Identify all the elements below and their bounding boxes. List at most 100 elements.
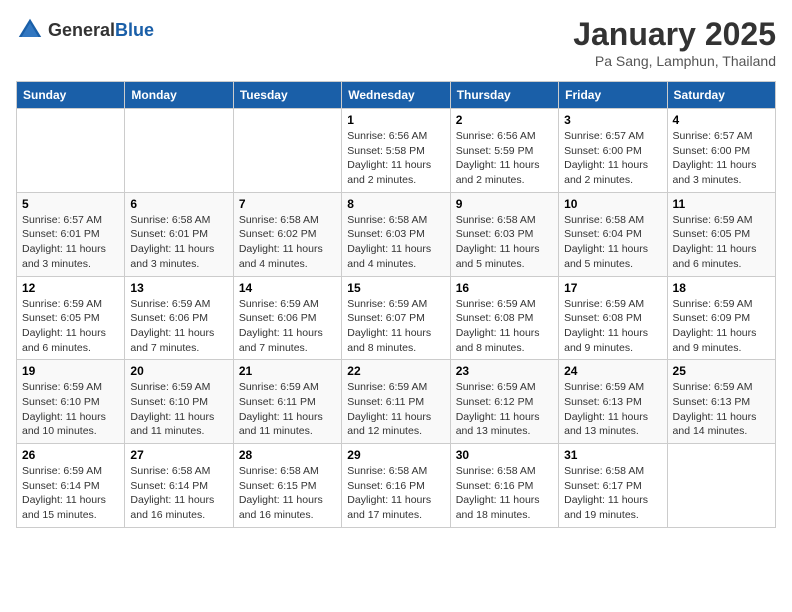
calendar-week-row: 26 Sunrise: 6:59 AMSunset: 6:14 PMDayligh…: [17, 444, 776, 528]
day-number: 4: [673, 113, 770, 127]
day-number: 18: [673, 281, 770, 295]
day-number: 11: [673, 197, 770, 211]
month-title: January 2025: [573, 16, 776, 53]
calendar-cell: 15Sunrise: 6:59 AMSunset: 6:07 PMDayligh…: [342, 276, 450, 360]
calendar-cell: [125, 109, 233, 193]
calendar-header-row: SundayMondayTuesdayWednesdayThursdayFrid…: [17, 82, 776, 109]
day-number: 22: [347, 364, 444, 378]
day-info: Sunrise: 6:59 AMSunset: 6:11 PMDaylight:…: [347, 380, 444, 439]
day-number: 1: [347, 113, 444, 127]
day-info: Sunrise: 6:59 AMSunset: 6:08 PMDaylight:…: [456, 297, 553, 356]
day-number: 13: [130, 281, 227, 295]
calendar-cell: 11 Sunrise: 6:59 AMSunset: 6:05 PMDayligh…: [667, 192, 775, 276]
title-block: January 2025 Pa Sang, Lamphun, Thailand: [573, 16, 776, 69]
day-info: Sunrise: 6:57 AMSunset: 6:00 PMDaylight:…: [564, 129, 661, 188]
day-info: Sunrise: 6:56 AMSunset: 5:59 PMDaylight:…: [456, 129, 553, 188]
logo-text-general: General: [48, 20, 115, 40]
day-number: 21: [239, 364, 336, 378]
calendar-cell: 29Sunrise: 6:58 AMSunset: 6:16 PMDayligh…: [342, 444, 450, 528]
day-info: Sunrise: 6:59 AMSunset: 6:14 PMDaylight:…: [22, 464, 119, 523]
calendar-cell: 22 Sunrise: 6:59 AMSunset: 6:11 PMDayligh…: [342, 360, 450, 444]
day-number: 20: [130, 364, 227, 378]
day-number: 17: [564, 281, 661, 295]
day-info: Sunrise: 6:56 AMSunset: 5:58 PMDaylight:…: [347, 129, 444, 188]
day-info: Sunrise: 6:58 AMSunset: 6:04 PMDaylight:…: [564, 213, 661, 272]
day-number: 24: [564, 364, 661, 378]
day-number: 3: [564, 113, 661, 127]
location-title: Pa Sang, Lamphun, Thailand: [573, 53, 776, 69]
day-info: Sunrise: 6:59 AMSunset: 6:08 PMDaylight:…: [564, 297, 661, 356]
day-number: 9: [456, 197, 553, 211]
day-info: Sunrise: 6:59 AMSunset: 6:05 PMDaylight:…: [22, 297, 119, 356]
calendar-cell: 2Sunrise: 6:56 AMSunset: 5:59 PMDaylight…: [450, 109, 558, 193]
calendar-cell: 21 Sunrise: 6:59 AMSunset: 6:11 PMDayligh…: [233, 360, 341, 444]
weekday-header-tuesday: Tuesday: [233, 82, 341, 109]
calendar-cell: 1 Sunrise: 6:56 AMSunset: 5:58 PMDaylight…: [342, 109, 450, 193]
day-number: 30: [456, 448, 553, 462]
day-number: 7: [239, 197, 336, 211]
day-number: 16: [456, 281, 553, 295]
day-number: 12: [22, 281, 119, 295]
calendar-cell: 19 Sunrise: 6:59 AMSunset: 6:10 PMDayligh…: [17, 360, 125, 444]
day-info: Sunrise: 6:59 AMSunset: 6:10 PMDaylight:…: [22, 380, 119, 439]
day-number: 19: [22, 364, 119, 378]
day-number: 10: [564, 197, 661, 211]
day-number: 5: [22, 197, 119, 211]
calendar-cell: 9Sunrise: 6:58 AMSunset: 6:03 PMDaylight…: [450, 192, 558, 276]
calendar-cell: 17 Sunrise: 6:59 AMSunset: 6:08 PMDayligh…: [559, 276, 667, 360]
day-info: Sunrise: 6:58 AMSunset: 6:16 PMDaylight:…: [456, 464, 553, 523]
weekday-header-saturday: Saturday: [667, 82, 775, 109]
calendar-cell: 23 Sunrise: 6:59 AMSunset: 6:12 PMDayligh…: [450, 360, 558, 444]
day-info: Sunrise: 6:58 AMSunset: 6:15 PMDaylight:…: [239, 464, 336, 523]
day-info: Sunrise: 6:58 AMSunset: 6:03 PMDaylight:…: [347, 213, 444, 272]
calendar-cell: 18 Sunrise: 6:59 AMSunset: 6:09 PMDayligh…: [667, 276, 775, 360]
calendar-cell: 3 Sunrise: 6:57 AMSunset: 6:00 PMDaylight…: [559, 109, 667, 193]
calendar-week-row: 1 Sunrise: 6:56 AMSunset: 5:58 PMDaylight…: [17, 109, 776, 193]
calendar-cell: 16 Sunrise: 6:59 AMSunset: 6:08 PMDayligh…: [450, 276, 558, 360]
weekday-header-thursday: Thursday: [450, 82, 558, 109]
day-info: Sunrise: 6:58 AMSunset: 6:17 PMDaylight:…: [564, 464, 661, 523]
calendar-cell: 13 Sunrise: 6:59 AMSunset: 6:06 PMDayligh…: [125, 276, 233, 360]
calendar-cell: 26 Sunrise: 6:59 AMSunset: 6:14 PMDayligh…: [17, 444, 125, 528]
page-header: GeneralBlue January 2025 Pa Sang, Lamphu…: [16, 16, 776, 69]
day-info: Sunrise: 6:59 AMSunset: 6:06 PMDaylight:…: [130, 297, 227, 356]
logo-icon: [16, 16, 44, 44]
day-number: 25: [673, 364, 770, 378]
calendar-cell: 24Sunrise: 6:59 AMSunset: 6:13 PMDayligh…: [559, 360, 667, 444]
calendar-cell: 30 Sunrise: 6:58 AMSunset: 6:16 PMDayligh…: [450, 444, 558, 528]
day-info: Sunrise: 6:59 AMSunset: 6:10 PMDaylight:…: [130, 380, 227, 439]
day-number: 26: [22, 448, 119, 462]
day-info: Sunrise: 6:57 AMSunset: 6:00 PMDaylight:…: [673, 129, 770, 188]
day-info: Sunrise: 6:59 AMSunset: 6:09 PMDaylight:…: [673, 297, 770, 356]
calendar-week-row: 19 Sunrise: 6:59 AMSunset: 6:10 PMDayligh…: [17, 360, 776, 444]
weekday-header-wednesday: Wednesday: [342, 82, 450, 109]
day-info: Sunrise: 6:59 AMSunset: 6:05 PMDaylight:…: [673, 213, 770, 272]
day-number: 8: [347, 197, 444, 211]
calendar-cell: 10 Sunrise: 6:58 AMSunset: 6:04 PMDayligh…: [559, 192, 667, 276]
calendar-cell: 27 Sunrise: 6:58 AMSunset: 6:14 PMDayligh…: [125, 444, 233, 528]
day-info: Sunrise: 6:59 AMSunset: 6:12 PMDaylight:…: [456, 380, 553, 439]
day-number: 14: [239, 281, 336, 295]
day-info: Sunrise: 6:58 AMSunset: 6:14 PMDaylight:…: [130, 464, 227, 523]
calendar-cell: 31Sunrise: 6:58 AMSunset: 6:17 PMDayligh…: [559, 444, 667, 528]
day-info: Sunrise: 6:59 AMSunset: 6:06 PMDaylight:…: [239, 297, 336, 356]
day-info: Sunrise: 6:59 AMSunset: 6:11 PMDaylight:…: [239, 380, 336, 439]
calendar-cell: 28Sunrise: 6:58 AMSunset: 6:15 PMDayligh…: [233, 444, 341, 528]
day-number: 27: [130, 448, 227, 462]
day-number: 23: [456, 364, 553, 378]
calendar-week-row: 12 Sunrise: 6:59 AMSunset: 6:05 PMDayligh…: [17, 276, 776, 360]
logo: GeneralBlue: [16, 16, 154, 44]
day-info: Sunrise: 6:58 AMSunset: 6:02 PMDaylight:…: [239, 213, 336, 272]
calendar-cell: 12 Sunrise: 6:59 AMSunset: 6:05 PMDayligh…: [17, 276, 125, 360]
calendar-cell: 20 Sunrise: 6:59 AMSunset: 6:10 PMDayligh…: [125, 360, 233, 444]
calendar-cell: [233, 109, 341, 193]
day-info: Sunrise: 6:58 AMSunset: 6:01 PMDaylight:…: [130, 213, 227, 272]
calendar-cell: [17, 109, 125, 193]
calendar-cell: [667, 444, 775, 528]
day-info: Sunrise: 6:59 AMSunset: 6:13 PMDaylight:…: [673, 380, 770, 439]
logo-text-blue: Blue: [115, 20, 154, 40]
calendar-week-row: 5Sunrise: 6:57 AMSunset: 6:01 PMDaylight…: [17, 192, 776, 276]
weekday-header-sunday: Sunday: [17, 82, 125, 109]
calendar-cell: 6Sunrise: 6:58 AMSunset: 6:01 PMDaylight…: [125, 192, 233, 276]
calendar-cell: 4 Sunrise: 6:57 AMSunset: 6:00 PMDaylight…: [667, 109, 775, 193]
